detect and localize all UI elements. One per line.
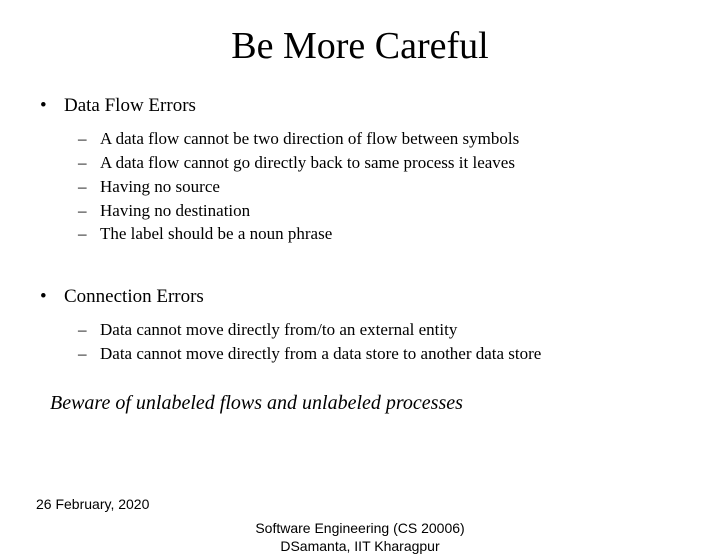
section-data-flow-errors: Data Flow Errors A data flow cannot be t… xyxy=(34,94,686,245)
section-heading: Connection Errors xyxy=(64,286,204,307)
list-item: Data cannot move directly from a data st… xyxy=(64,343,686,365)
list-item: Having no source xyxy=(64,176,686,198)
slide-title: Be More Careful xyxy=(0,0,720,68)
footer-course-line1: Software Engineering (CS 20006) xyxy=(255,520,464,536)
list-item: Having no destination xyxy=(64,200,686,222)
slide-content: Data Flow Errors A data flow cannot be t… xyxy=(0,68,720,416)
footer-course: Software Engineering (CS 20006) DSamanta… xyxy=(0,520,720,555)
slide: Be More Careful Data Flow Errors A data … xyxy=(0,0,720,540)
list-item: A data flow cannot go directly back to s… xyxy=(64,152,686,174)
list-item: Data cannot move directly from/to an ext… xyxy=(64,319,686,341)
bullet-list: Connection Errors Data cannot move direc… xyxy=(34,285,686,365)
footer-date: 26 February, 2020 xyxy=(36,496,149,512)
spacer xyxy=(34,255,686,285)
beware-note: Beware of unlabeled flows and unlabeled … xyxy=(34,391,686,417)
bullet-list: Data Flow Errors A data flow cannot be t… xyxy=(34,94,686,245)
sub-bullet-list: Data cannot move directly from/to an ext… xyxy=(64,319,686,365)
list-item: A data flow cannot be two direction of f… xyxy=(64,128,686,150)
sub-bullet-list: A data flow cannot be two direction of f… xyxy=(64,128,686,245)
section-heading: Data Flow Errors xyxy=(64,95,196,116)
section-connection-errors: Connection Errors Data cannot move direc… xyxy=(34,285,686,365)
list-item: The label should be a noun phrase xyxy=(64,223,686,245)
